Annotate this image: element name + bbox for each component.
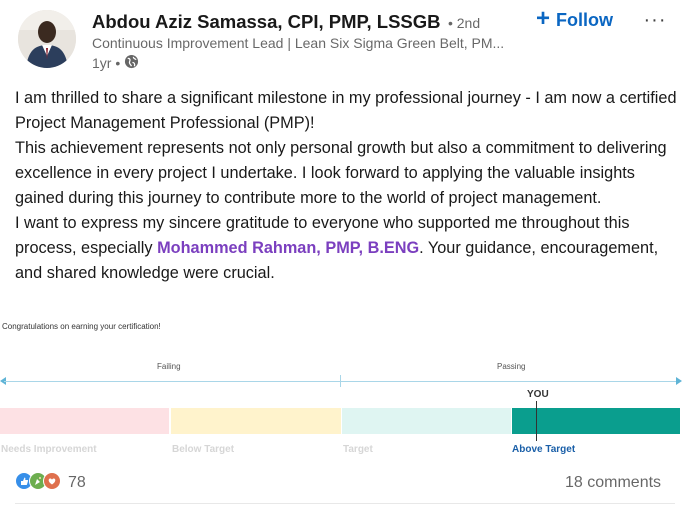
author-name-line: Abdou Aziz Samassa, CPI, PMP, LSSGB • 2n… [92,11,480,33]
follow-label: Follow [556,9,614,30]
post-meta: 1yr • [92,54,139,72]
post-header: Abdou Aziz Samassa, CPI, PMP, LSSGB • 2n… [0,0,690,80]
you-marker-line [536,401,537,441]
segment-label-below-target: Below Target [172,444,235,455]
reactions-icons[interactable] [15,472,61,490]
plus-icon: + [536,4,551,32]
mention-link[interactable]: Mohammed Rahman, PMP, B.ENG [157,239,419,257]
segment-below-target [171,408,341,434]
failing-label: Failing [157,362,181,371]
more-options-icon[interactable]: ··· [641,6,669,34]
segment-label-target: Target [343,444,373,455]
certification-image[interactable]: Congratulations on earning your certific… [0,318,690,460]
segment-target [342,408,511,434]
scale-line [4,381,678,382]
you-marker-label: YOU [527,389,549,400]
cert-title: Congratulations on earning your certific… [2,322,161,331]
segment-above-target [512,408,680,434]
post-paragraph-1: I am thrilled to share a significant mil… [15,89,677,132]
segment-label-needs-improvement: Needs Improvement [1,444,97,455]
author-avatar[interactable] [18,10,76,68]
post-time: 1yr • [92,55,121,71]
pass-fail-divider [340,375,341,387]
comments-count-link[interactable]: 18 comments [565,474,661,492]
author-headline: Continuous Improvement Lead | Lean Six S… [92,35,505,51]
social-counts: 78 18 comments [0,468,690,498]
right-arrow-icon [676,377,682,385]
follow-button[interactable]: + Follow [536,6,613,34]
passing-label: Passing [497,362,526,371]
post-paragraph-3: I want to express my sincere gratitude t… [15,211,680,286]
author-name[interactable]: Abdou Aziz Samassa, CPI, PMP, LSSGB [92,11,441,32]
connection-degree: • 2nd [447,15,481,31]
globe-icon [124,54,139,72]
segment-label-above-target: Above Target [512,444,576,455]
segment-needs-improvement [0,408,169,434]
post-paragraph-2: This achievement represents not only per… [15,139,667,207]
post-body: I am thrilled to share a significant mil… [15,86,680,286]
footer-divider [15,503,675,504]
reaction-count[interactable]: 78 [68,474,86,492]
love-icon [43,472,61,490]
